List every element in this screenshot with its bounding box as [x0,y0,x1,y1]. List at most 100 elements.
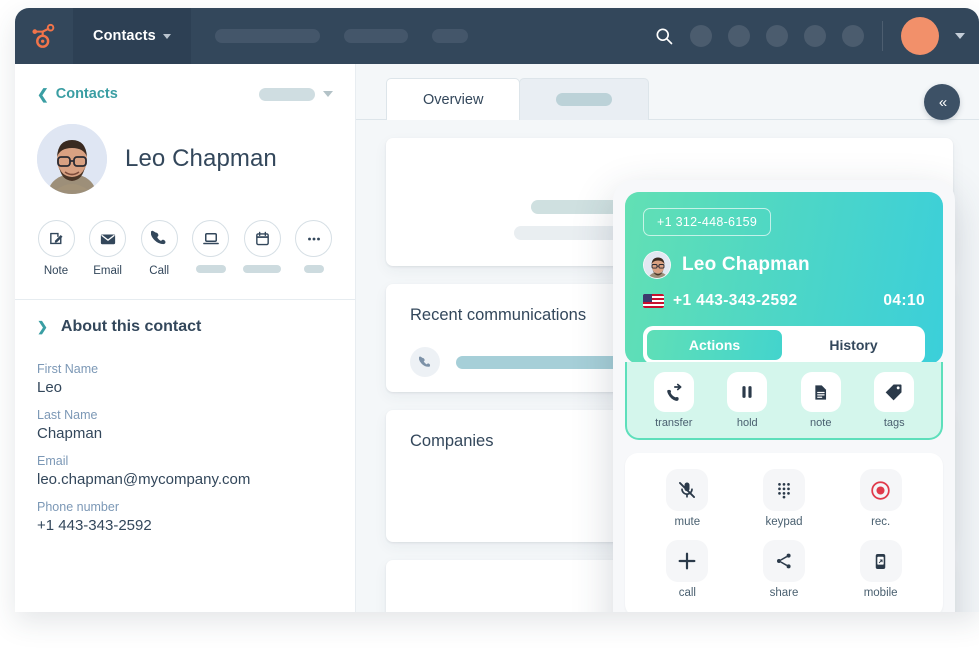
quick-action-call[interactable]: Call [136,220,182,277]
segment-label: History [829,337,878,353]
call-widget-segmented-control: Actions History [643,326,925,364]
pad-tile [762,540,805,582]
dialpad-icon [778,483,790,499]
call-contact-row: Leo Chapman [643,251,925,279]
action-label: hold [736,417,758,429]
pad-label: rec. [871,516,891,528]
laptop-icon [202,232,219,244]
avatar-illustration-icon [644,252,670,278]
segment-label: Actions [688,337,741,353]
quick-action-task[interactable] [239,220,285,277]
contact-avatar[interactable] [37,124,107,194]
pad-share[interactable]: share [736,536,833,603]
field-value-email[interactable]: leo.chapman@mycompany.com [37,471,333,488]
pad-record[interactable]: rec. [832,465,929,532]
call-widget-header: +1 312-448-6159 Leo Chapman +1 443-343-2… [625,192,943,364]
field-label: Email [37,454,69,468]
share-icon [776,553,791,569]
breadcrumb: ❮ Contacts [15,64,355,102]
call-source-number[interactable]: +1 312-448-6159 [643,208,772,236]
pad-mute[interactable]: mute [639,465,736,532]
call-timer: 04:10 [883,292,925,309]
quick-action-label: Email [93,265,122,277]
quick-action-circle [140,220,178,257]
quick-action-label-placeholder [303,265,324,273]
quick-action-circle [295,220,333,257]
quick-action-more[interactable] [291,220,337,277]
nav-icon-placeholder[interactable] [842,25,864,47]
contact-avatar[interactable] [643,251,671,279]
pad-keypad[interactable]: keypad [736,465,833,532]
quick-action-label-placeholder [243,265,282,273]
field-value-first-name[interactable]: Leo [37,379,333,396]
contact-header: Leo Chapman [15,102,355,194]
pad-label: keypad [765,516,803,528]
nav-placeholder-item[interactable] [214,29,320,43]
about-section-header[interactable]: ❯ About this contact [15,300,355,336]
chevron-left-icon: ❮ [37,86,49,102]
segment-history[interactable]: History [786,330,921,360]
phone-icon [150,230,166,245]
pad-mobile[interactable]: mobile [832,536,929,603]
nav-icon-placeholder[interactable] [766,25,788,47]
breadcrumb-back-link[interactable]: ❮ Contacts [37,86,118,102]
quick-action-note[interactable]: Note [33,220,79,277]
search-icon[interactable] [654,26,674,46]
pad-tile [762,469,805,511]
nav-tab-contacts[interactable]: Contacts [73,8,191,64]
nav-icon-placeholder[interactable] [804,25,826,47]
contact-sidebar: ❮ Contacts Leo Chapman Note Email Call ❯… [15,64,356,612]
action-label: transfer [655,417,693,429]
quick-action-label-placeholder [195,265,226,273]
action-hold[interactable]: hold [719,372,775,429]
quick-action-circle [89,220,127,257]
segment-actions[interactable]: Actions [647,330,782,360]
sidebar-dropdown[interactable] [259,87,333,101]
action-tile [874,372,915,412]
quick-action-meeting[interactable] [188,220,234,277]
pad-label: call [678,587,696,599]
field-label: Last Name [37,408,98,422]
quick-actions-row: Note Email Call [15,194,355,277]
pad-add-call[interactable]: call [639,536,736,603]
action-note[interactable]: note [793,372,849,429]
pad-tile [666,469,709,511]
note-pencil-icon [49,232,63,245]
tab-label-placeholder [556,93,613,106]
user-avatar[interactable] [901,17,939,55]
chevron-down-icon[interactable] [955,33,965,39]
call-pad-grid: mute keypad rec. call share mobile [625,453,943,612]
pad-label: mobile [863,587,898,599]
call-widget: +1 312-448-6159 Leo Chapman +1 443-343-2… [613,180,955,612]
pad-tile [666,540,709,582]
field-value-last-name[interactable]: Chapman [37,425,333,442]
tab-placeholder[interactable] [519,78,650,120]
pause-icon [742,386,752,398]
record-icon [871,480,890,500]
quick-action-circle [192,220,230,257]
nav-tab-label: Contacts [93,28,156,44]
chevron-down-icon [162,33,171,39]
us-flag-icon [643,294,664,308]
collapse-panel-button[interactable]: « [924,84,960,120]
flag-glyph-icon [643,294,664,308]
action-transfer[interactable]: transfer [646,372,702,429]
field-value-phone[interactable]: +1 443-343-2592 [37,517,333,534]
call-contact-number: +1 443-343-2592 [673,292,798,309]
nav-icon-placeholder[interactable] [690,25,712,47]
plus-icon [678,552,696,570]
tab-overview[interactable]: Overview [386,78,521,120]
nav-placeholder-item[interactable] [431,29,468,43]
pad-label: mute [674,516,701,528]
quick-action-email[interactable]: Email [85,220,131,277]
action-tags[interactable]: tags [866,372,922,429]
nav-icon-placeholder[interactable] [728,25,750,47]
action-tile [800,372,841,412]
avatar-illustration-icon [37,124,107,194]
nav-placeholder-item[interactable] [343,29,408,43]
tab-bar: Overview [356,64,979,120]
tab-label: Overview [423,91,484,108]
contact-name: Leo Chapman [125,145,277,172]
hubspot-logo-button[interactable] [15,8,73,64]
microphone-muted-icon [679,482,696,498]
